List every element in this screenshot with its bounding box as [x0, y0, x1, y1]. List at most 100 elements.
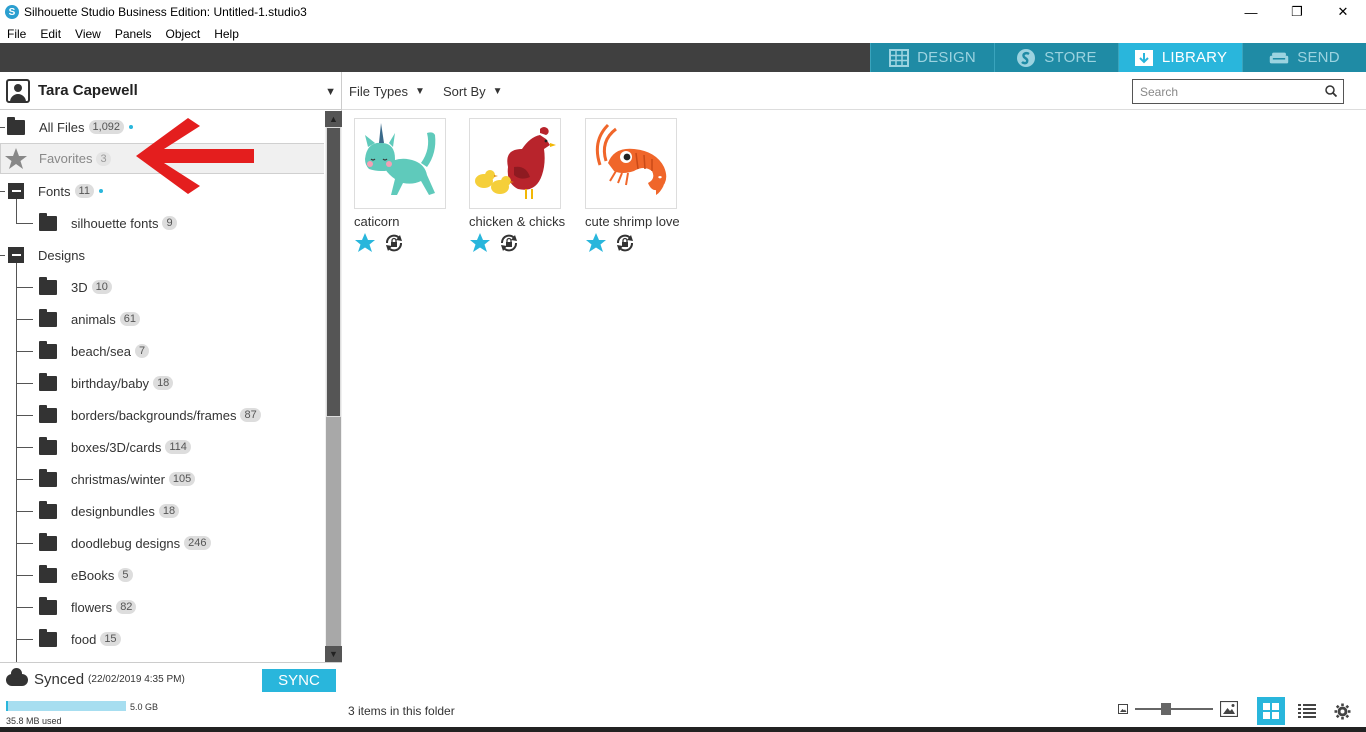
count-badge: 7: [135, 344, 150, 358]
item-thumbnail[interactable]: [469, 118, 561, 209]
scroll-track[interactable]: [326, 417, 341, 646]
sync-dot: [98, 189, 103, 193]
scroll-down-icon[interactable]: ▼: [325, 646, 342, 662]
menu-panels[interactable]: Panels: [115, 27, 152, 41]
minimize-button[interactable]: —: [1228, 0, 1274, 24]
close-button[interactable]: ✕: [1320, 0, 1366, 24]
count-badge: 18: [153, 376, 174, 390]
list-view-button[interactable]: [1293, 697, 1321, 725]
tree-item-label: 3D: [71, 279, 88, 295]
chevron-down-icon: ▼: [415, 86, 425, 97]
tab-store[interactable]: STORE: [994, 43, 1118, 72]
folder-icon: [39, 500, 57, 519]
menu-object[interactable]: Object: [166, 27, 201, 41]
tree-item-folder[interactable]: eBooks 5: [39, 559, 133, 591]
tree-line: [16, 575, 33, 576]
menu-bar: File Edit View Panels Object Help: [0, 24, 1366, 43]
tab-design[interactable]: DESIGN: [870, 43, 994, 72]
thumbnail-size-slider[interactable]: [1118, 701, 1238, 717]
menu-view[interactable]: View: [75, 27, 101, 41]
sort-by-dropdown[interactable]: Sort By ▼: [443, 84, 503, 99]
tab-store-label: STORE: [1044, 49, 1097, 66]
small-image-icon[interactable]: [1118, 704, 1128, 714]
item-name: caticorn: [354, 214, 400, 229]
favorite-star-icon[interactable]: [469, 232, 491, 254]
settings-button[interactable]: [1328, 697, 1356, 725]
tree-item-folder[interactable]: food 15: [39, 623, 121, 655]
search-input[interactable]: [1140, 84, 1320, 99]
tree-item-folder[interactable]: christmas/winter 105: [39, 463, 196, 495]
status-bar: 3 items in this folder: [342, 694, 1366, 728]
tree-item-silhouette-fonts[interactable]: silhouette fonts 9: [39, 207, 177, 239]
folder-icon: [39, 532, 57, 551]
tab-library-label: LIBRARY: [1161, 49, 1228, 66]
chevron-down-icon[interactable]: ▼: [325, 86, 336, 98]
library-item[interactable]: chicken & chicks: [469, 118, 574, 254]
tree-line: [16, 543, 33, 544]
folder-icon: [7, 116, 25, 135]
tab-design-label: DESIGN: [917, 49, 976, 66]
slider-knob[interactable]: [1161, 703, 1171, 715]
collapse-icon[interactable]: [8, 247, 24, 263]
tree-item-folder[interactable]: doodlebug designs 246: [39, 527, 211, 559]
tree-line: [16, 223, 33, 224]
tree-item-label: beach/sea: [71, 343, 131, 359]
tree-item-folder[interactable]: birthday/baby 18: [39, 367, 174, 399]
menu-file[interactable]: File: [7, 27, 26, 41]
tree-item-designs[interactable]: Designs: [8, 239, 85, 271]
sidebar-scrollbar[interactable]: ▲ ▼: [325, 111, 342, 662]
item-name: cute shrimp love: [585, 214, 680, 229]
large-image-icon[interactable]: [1220, 701, 1238, 717]
tree-item-folder[interactable]: animals 61: [39, 303, 141, 335]
search-icon[interactable]: [1325, 85, 1337, 97]
cutter-machine-icon: [1269, 49, 1289, 67]
cloud-sync-lock-icon[interactable]: [498, 232, 520, 254]
tree-item-all-files[interactable]: All Files 1,092: [7, 111, 134, 143]
cloud-sync-lock-icon[interactable]: [383, 232, 405, 254]
tree-line: [16, 639, 33, 640]
count-badge: 15: [100, 632, 121, 646]
star-icon: [5, 148, 27, 169]
grid-view-button[interactable]: [1257, 697, 1285, 725]
count-badge: 11: [74, 184, 94, 198]
item-thumbnail[interactable]: [354, 118, 446, 209]
user-selector[interactable]: Tara Capewell ▼: [0, 72, 342, 110]
scroll-up-icon[interactable]: ▲: [325, 111, 342, 127]
tree-item-label: eBooks: [71, 567, 115, 583]
cloud-sync-lock-icon[interactable]: [614, 232, 636, 254]
library-item[interactable]: cute shrimp love: [585, 118, 690, 254]
collapse-icon[interactable]: [8, 183, 24, 199]
library-item[interactable]: caticorn: [354, 118, 459, 254]
tab-library[interactable]: LIBRARY: [1118, 43, 1242, 72]
tree-line: [0, 127, 5, 128]
tree-item-folder[interactable]: beach/sea 7: [39, 335, 150, 367]
tree-item-folder[interactable]: designbundles 18: [39, 495, 180, 527]
menu-help[interactable]: Help: [214, 27, 239, 41]
tree-line: [16, 511, 33, 512]
tab-send[interactable]: SEND: [1242, 43, 1366, 72]
favorite-star-icon[interactable]: [585, 232, 607, 254]
count-badge: 87: [240, 408, 261, 422]
tree-item-label: borders/backgrounds/frames: [71, 407, 237, 423]
file-types-dropdown[interactable]: File Types ▼: [349, 84, 425, 99]
sync-button[interactable]: SYNC: [262, 669, 336, 692]
folder-icon: [39, 212, 57, 231]
grid-icon: [889, 48, 910, 67]
tree-line: [16, 447, 33, 448]
tree-item-folder[interactable]: flowers 82: [39, 591, 137, 623]
tree-item-fonts[interactable]: Fonts 11: [8, 175, 103, 207]
app-icon: S: [5, 5, 19, 19]
menu-edit[interactable]: Edit: [40, 27, 61, 41]
tree-item-folder[interactable]: boxes/3D/cards 114: [39, 431, 191, 463]
maximize-button[interactable]: ❐: [1274, 0, 1320, 24]
storage-usage-bar: [6, 701, 126, 711]
storage-usage-fill: [6, 701, 9, 711]
tree-item-folder[interactable]: borders/backgrounds/frames 87: [39, 399, 261, 431]
slider-track[interactable]: [1135, 703, 1213, 715]
tree-item-folder[interactable]: 3D 10: [39, 271, 112, 303]
item-thumbnail[interactable]: [585, 118, 677, 209]
favorite-star-icon[interactable]: [354, 232, 376, 254]
tab-send-label: SEND: [1297, 49, 1340, 66]
scroll-thumb[interactable]: [326, 127, 341, 417]
search-box[interactable]: [1132, 79, 1344, 104]
